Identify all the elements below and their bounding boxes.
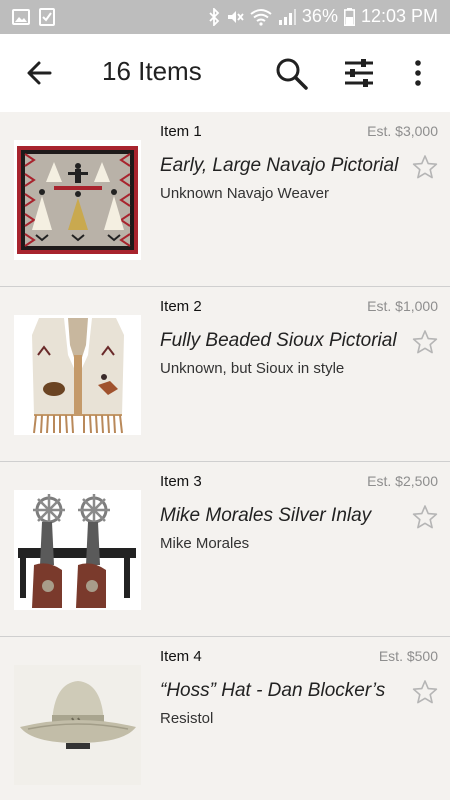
battery-percent: 36% xyxy=(301,6,338,26)
status-bar: 36% 12:03 PM xyxy=(0,0,450,34)
favorite-star-icon[interactable] xyxy=(412,504,438,530)
item-lot-number: Item 3 xyxy=(160,473,202,490)
cowboy-hat-image xyxy=(14,665,141,785)
item-maker: Unknown Navajo Weaver xyxy=(160,185,329,202)
bluetooth-icon xyxy=(209,7,220,26)
back-arrow-icon[interactable] xyxy=(22,55,58,91)
item-lot-number: Item 2 xyxy=(160,298,202,315)
silver-spurs-image xyxy=(14,490,141,610)
page-title: 16 Items xyxy=(102,56,202,86)
checkbox-icon xyxy=(39,8,55,26)
favorite-star-icon[interactable] xyxy=(412,329,438,355)
item-title: “Hoss” Hat - Dan Blocker’s xyxy=(160,680,386,701)
item-lot-number: Item 1 xyxy=(160,123,202,140)
favorite-star-icon[interactable] xyxy=(412,679,438,705)
item-maker: Unknown, but Sioux in style xyxy=(160,360,345,377)
item-maker: Resistol xyxy=(160,710,214,727)
list-item[interactable]: Item 1 Est. $3,000 Early, Large Navajo P… xyxy=(0,112,450,287)
battery-icon xyxy=(343,7,355,26)
favorite-star-icon[interactable] xyxy=(412,154,438,180)
clock: 12:03 PM xyxy=(360,6,438,26)
signal-icon xyxy=(278,8,296,25)
list-item[interactable]: Item 4 Est. $500 “Hoss” Hat - Dan Blocke… xyxy=(0,637,450,800)
item-estimate: Est. $500 xyxy=(378,648,438,664)
wifi-icon xyxy=(250,8,272,26)
more-vert-icon[interactable] xyxy=(400,55,436,91)
list-item[interactable]: Item 2 Est. $1,000 Fully Beaded Sioux Pi… xyxy=(0,287,450,462)
list-item[interactable]: Item 3 Est. $2,500 Mike Morales Silver I… xyxy=(0,462,450,637)
image-icon xyxy=(12,9,30,25)
item-estimate: Est. $1,000 xyxy=(367,298,438,314)
item-title: Fully Beaded Sioux Pictorial xyxy=(160,330,397,351)
navajo-rug-image xyxy=(14,140,141,260)
app-toolbar: 16 Items xyxy=(0,34,450,112)
beaded-vest-image xyxy=(14,315,141,435)
item-lot-number: Item 4 xyxy=(160,648,202,665)
search-icon[interactable] xyxy=(273,55,309,91)
item-title: Mike Morales Silver Inlay xyxy=(160,505,372,526)
item-list: Item 1 Est. $3,000 Early, Large Navajo P… xyxy=(0,112,450,800)
item-estimate: Est. $2,500 xyxy=(367,473,438,489)
item-title: Early, Large Navajo Pictorial xyxy=(160,155,399,176)
filter-sliders-icon[interactable] xyxy=(341,55,377,91)
item-maker: Mike Morales xyxy=(160,535,250,552)
item-estimate: Est. $3,000 xyxy=(367,123,438,139)
mute-icon xyxy=(227,10,244,23)
